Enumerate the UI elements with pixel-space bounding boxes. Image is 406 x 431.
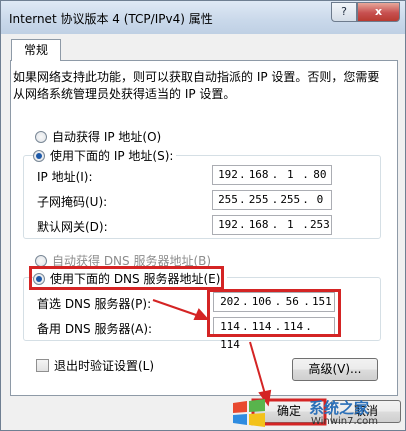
watermark: 系统之家 Winwin7.com xyxy=(223,393,406,431)
arrow-to-ok-button xyxy=(249,341,266,395)
tcpip-properties-dialog: Internet 协议版本 4 (TCP/IPv4) 属性 ? x 常规 如果网… xyxy=(0,0,406,431)
tab-general[interactable]: 常规 xyxy=(11,39,61,61)
watermark-brand: 系统之家 xyxy=(309,399,370,417)
arrow-to-dns-fields xyxy=(152,299,200,317)
arrow-head-icon xyxy=(193,308,210,320)
windows-logo-icon xyxy=(233,399,265,427)
watermark-url: Winwin7.com xyxy=(311,416,378,427)
annotation-arrows xyxy=(152,299,327,426)
